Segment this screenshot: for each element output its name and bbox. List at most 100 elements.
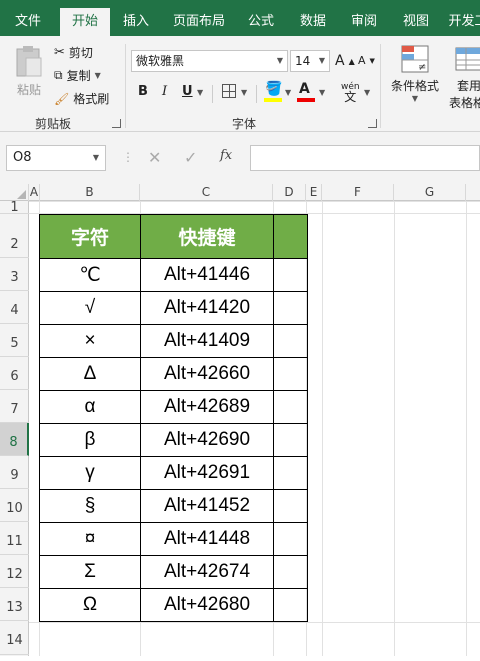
phonetic-button[interactable]: wén 文 <box>341 82 360 103</box>
cut-button[interactable]: ✂ 剪切 <box>54 44 93 61</box>
chevron-down-icon[interactable]: ▼ <box>285 88 291 97</box>
row-header-10[interactable]: 10 <box>0 489 29 522</box>
shortcut-cell[interactable]: Alt+41452 <box>140 489 274 523</box>
header-empty[interactable] <box>273 214 308 259</box>
column-header-c[interactable]: C <box>140 184 273 201</box>
cancel-formula-button[interactable]: ✕ <box>148 148 161 167</box>
column-header-a[interactable]: A <box>29 184 40 201</box>
column-header-b[interactable]: B <box>40 184 140 201</box>
symbol-cell[interactable]: Ω <box>39 588 141 622</box>
empty-cell[interactable] <box>273 522 308 556</box>
empty-cell[interactable] <box>273 456 308 490</box>
row-header-8[interactable]: 8 <box>0 423 29 456</box>
paste-button[interactable]: 粘贴 <box>10 44 48 100</box>
drag-handle-icon[interactable]: ⋮ <box>122 150 134 164</box>
format-painter-button[interactable]: 🖌 格式刷 <box>54 90 109 107</box>
empty-cell[interactable] <box>273 489 308 523</box>
row-header-14[interactable]: 14 <box>0 621 29 655</box>
font-launcher-icon[interactable] <box>368 119 377 128</box>
font-name-select[interactable]: 微软雅黑 ▼ <box>131 50 288 72</box>
underline-button[interactable]: U <box>182 84 193 99</box>
shrink-font-icon: A <box>358 54 366 67</box>
column-header-d[interactable]: D <box>273 184 306 201</box>
tab-view[interactable]: 视图 <box>396 0 436 36</box>
conditional-formatting-button[interactable]: ≠ 条件格式 ▼ <box>388 44 442 103</box>
row-header-13[interactable]: 13 <box>0 588 29 621</box>
row-header-1[interactable]: 1 <box>0 201 29 214</box>
tab-review[interactable]: 审阅 <box>344 0 384 36</box>
clipboard-launcher-icon[interactable] <box>112 119 121 128</box>
shortcut-cell[interactable]: Alt+42680 <box>140 588 274 622</box>
tab-data[interactable]: 数据 <box>290 0 336 36</box>
symbol-cell[interactable]: ¤ <box>39 522 141 556</box>
symbol-cell[interactable]: Δ <box>39 357 141 391</box>
borders-icon[interactable] <box>222 84 236 98</box>
tab-home[interactable]: 开始 <box>60 8 110 36</box>
column-header-e[interactable]: E <box>306 184 322 201</box>
column-header-g[interactable]: G <box>394 184 466 201</box>
font-size-select[interactable]: 14 ▼ <box>290 50 330 72</box>
shortcut-cell[interactable]: Alt+42690 <box>140 423 274 457</box>
empty-cell[interactable] <box>273 555 308 589</box>
insert-function-button[interactable]: fx <box>220 148 232 163</box>
shortcut-cell[interactable]: Alt+41448 <box>140 522 274 556</box>
empty-cell[interactable] <box>273 258 308 292</box>
chevron-down-icon[interactable]: ▼ <box>319 88 325 97</box>
empty-cell[interactable] <box>273 357 308 391</box>
font-color-icon[interactable]: A <box>299 81 310 97</box>
column-header-f[interactable]: F <box>322 184 394 201</box>
row-header-2[interactable]: 2 <box>0 214 29 258</box>
header-shortcut[interactable]: 快捷键 <box>140 214 274 259</box>
row-header-5[interactable]: 5 <box>0 324 29 357</box>
empty-cell[interactable] <box>273 588 308 622</box>
empty-cell[interactable] <box>273 291 308 325</box>
copy-button[interactable]: ⧉ 复制 ▼ <box>54 67 101 84</box>
shortcut-cell[interactable]: Alt+42674 <box>140 555 274 589</box>
row-header-11[interactable]: 11 <box>0 522 29 555</box>
grow-font-button[interactable]: A ▲ <box>335 53 355 69</box>
bold-button[interactable]: B <box>138 84 148 99</box>
table-row: Σ Alt+42674 <box>39 555 308 589</box>
empty-cell[interactable] <box>273 390 308 424</box>
symbol-cell[interactable]: α <box>39 390 141 424</box>
select-all-corner[interactable] <box>0 184 29 201</box>
symbol-cell[interactable]: § <box>39 489 141 523</box>
row-header-3[interactable]: 3 <box>0 258 29 291</box>
empty-cell[interactable] <box>273 423 308 457</box>
shortcut-cell[interactable]: Alt+41409 <box>140 324 274 358</box>
symbol-cell[interactable]: ℃ <box>39 258 141 292</box>
chevron-down-icon[interactable]: ▼ <box>241 88 247 97</box>
tab-formulas[interactable]: 公式 <box>240 0 282 36</box>
italic-button[interactable]: I <box>162 84 167 99</box>
shortcut-cell[interactable]: Alt+42689 <box>140 390 274 424</box>
symbol-cell[interactable]: × <box>39 324 141 358</box>
row-header-9[interactable]: 9 <box>0 456 29 489</box>
name-box[interactable]: O8 ▼ <box>6 145 106 171</box>
enter-formula-button[interactable]: ✓ <box>184 148 197 167</box>
chevron-down-icon[interactable]: ▼ <box>197 88 203 97</box>
shortcut-cell[interactable]: Alt+41446 <box>140 258 274 292</box>
chevron-down-icon: ▼ <box>92 153 99 162</box>
shortcut-cell[interactable]: Alt+41420 <box>140 291 274 325</box>
row-header-12[interactable]: 12 <box>0 555 29 588</box>
shortcut-cell[interactable]: Alt+42691 <box>140 456 274 490</box>
tab-insert[interactable]: 插入 <box>114 0 158 36</box>
tab-file[interactable]: 文件 <box>4 0 52 36</box>
tab-page-layout[interactable]: 页面布局 <box>166 0 232 36</box>
shrink-font-button[interactable]: A ▼ <box>358 54 375 67</box>
symbol-cell[interactable]: √ <box>39 291 141 325</box>
tab-developer[interactable]: 开发工 <box>448 0 480 36</box>
symbol-cell[interactable]: β <box>39 423 141 457</box>
chevron-down-icon[interactable]: ▼ <box>364 88 370 97</box>
format-as-table-button[interactable]: 套用 表格格 <box>444 44 480 111</box>
shortcut-cell[interactable]: Alt+42660 <box>140 357 274 391</box>
fill-color-icon[interactable]: 🪣 <box>265 81 282 97</box>
symbol-cell[interactable]: γ <box>39 456 141 490</box>
row-header-7[interactable]: 7 <box>0 390 29 423</box>
formula-input[interactable] <box>250 145 480 171</box>
row-header-6[interactable]: 6 <box>0 357 29 390</box>
row-header-4[interactable]: 4 <box>0 291 29 324</box>
header-character[interactable]: 字符 <box>39 214 141 259</box>
empty-cell[interactable] <box>273 324 308 358</box>
symbol-cell[interactable]: Σ <box>39 555 141 589</box>
